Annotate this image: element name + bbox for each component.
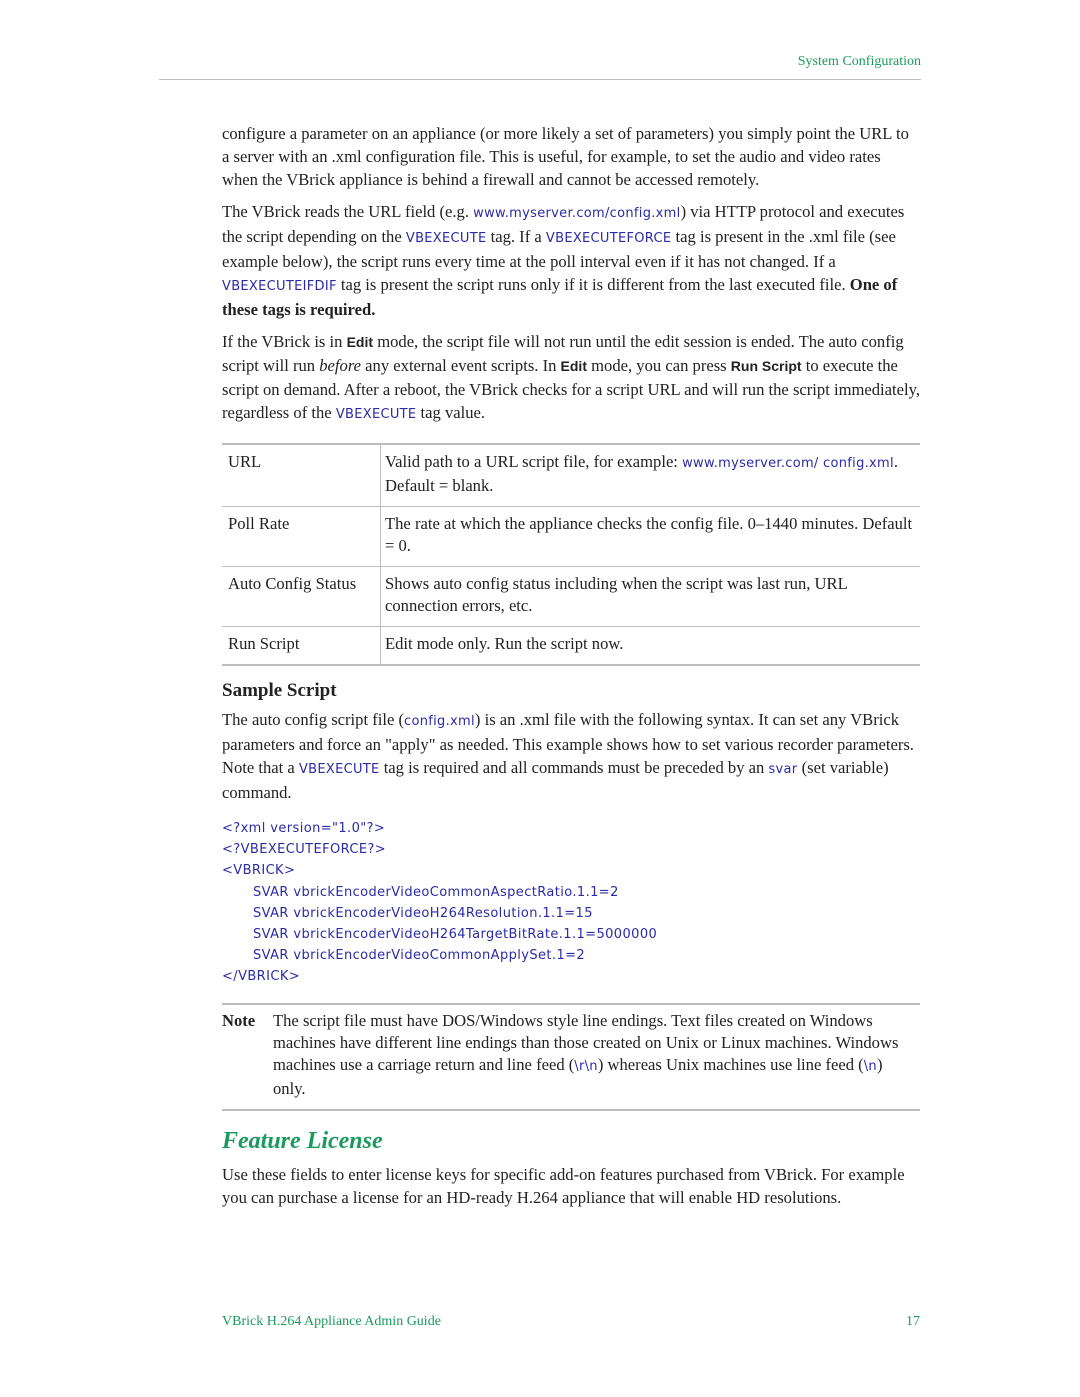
param-description: Shows auto config status including when …	[380, 566, 920, 627]
code-vbexecute: VBEXECUTE	[405, 231, 487, 246]
code-svar: svar	[768, 762, 798, 777]
code-line: SVAR vbrickEncoderVideoH264Resolution.1.…	[253, 905, 593, 921]
text: ) whereas Unix machines use line feed (	[597, 1054, 864, 1074]
emphasis-before: before	[319, 356, 362, 375]
param-label: URL	[222, 443, 381, 507]
feature-license-paragraph: Use these fields to enter license keys f…	[222, 1164, 905, 1207]
footer-guide-title: VBrick H.264 Appliance Admin Guide	[222, 1314, 441, 1329]
text: tag. If a	[486, 227, 546, 246]
code-lf: \n	[863, 1058, 877, 1074]
param-description: Valid path to a URL script file, for exa…	[380, 443, 920, 507]
code-crlf: \r\n	[574, 1058, 598, 1074]
code-vbexecute: VBEXECUTE	[335, 407, 417, 422]
ui-term-edit: Edit	[346, 334, 374, 350]
text: The auto config script file (	[222, 710, 405, 729]
ui-term-edit: Edit	[560, 358, 587, 374]
table-row: Run Script Edit mode only. Run the scrip…	[222, 626, 920, 666]
code-line: <?VBEXECUTEFORCE?>	[222, 842, 387, 858]
header-divider	[159, 79, 921, 80]
code-line: <VBRICK>	[222, 863, 296, 879]
code-line: SVAR vbrickEncoderVideoCommonAspectRatio…	[253, 884, 619, 900]
footer-page-number: 17	[906, 1314, 920, 1329]
text: tag is present the script runs only if i…	[336, 275, 850, 294]
table-row: Poll Rate The rate at which the applianc…	[222, 506, 920, 567]
parameters-table: URL Valid path to a URL script file, for…	[222, 443, 920, 666]
code-line: SVAR vbrickEncoderVideoCommonApplySet.1=…	[253, 948, 586, 964]
feature-license-heading: Feature License	[222, 1127, 383, 1154]
param-description: The rate at which the appliance checks t…	[380, 506, 920, 567]
text: If the VBrick is in	[222, 332, 347, 351]
table-row: Auto Config Status Shows auto config sta…	[222, 566, 920, 627]
running-header-title: System Configuration	[797, 54, 921, 69]
text: tag is required and all commands must be…	[379, 758, 769, 777]
text: Valid path to a URL script file, for exa…	[385, 452, 683, 471]
code-vbexecute: VBEXECUTE	[298, 762, 380, 777]
sample-script-heading: Sample Script	[222, 680, 337, 701]
text: The VBrick reads the URL field (e.g.	[222, 202, 474, 221]
code-config-xml: config.xml	[404, 714, 475, 729]
param-label: Auto Config Status	[222, 566, 381, 627]
text: any external event scripts. In	[361, 356, 561, 375]
code-block: <?xml version="1.0"?> <?VBEXECUTEFORCE?>…	[222, 818, 920, 988]
code-url-example: www.myserver.com/ config.xml	[682, 456, 894, 471]
note-text: The script file must have DOS/Windows st…	[273, 1010, 920, 1100]
code-line: <?xml version="1.0"?>	[222, 821, 386, 836]
code-vbexecuteforce: VBEXECUTEFORCE	[545, 231, 672, 246]
intro-paragraph-1: configure a parameter on an appliance (o…	[222, 124, 909, 189]
text: mode, you can press	[587, 356, 731, 375]
note-label: Note	[222, 1010, 256, 1030]
code-line: SVAR vbrickEncoderVideoH264TargetBitRate…	[253, 927, 658, 943]
code-url-example: www.myserver.com/config.xml	[473, 206, 681, 221]
table-row: URL Valid path to a URL script file, for…	[222, 443, 920, 507]
note-box: Note The script file must have DOS/Windo…	[222, 1002, 920, 1111]
code-line: </VBRICK>	[222, 969, 301, 985]
sample-script-paragraph: The auto config script file (config.xml)…	[222, 708, 920, 804]
intro-paragraph-3: If the VBrick is in Edit mode, the scrip…	[222, 330, 920, 426]
ui-term-run-script: Run Script	[730, 358, 802, 374]
text: tag value.	[416, 403, 486, 422]
param-label: Poll Rate	[222, 506, 381, 567]
param-description: Edit mode only. Run the script now.	[380, 626, 920, 666]
page-content: configure a parameter on an appliance (o…	[222, 122, 920, 1218]
param-label: Run Script	[222, 626, 381, 666]
code-vbexecuteifdif: VBEXECUTEIFDIF	[222, 279, 337, 294]
intro-paragraph-2: The VBrick reads the URL field (e.g. www…	[222, 200, 920, 321]
